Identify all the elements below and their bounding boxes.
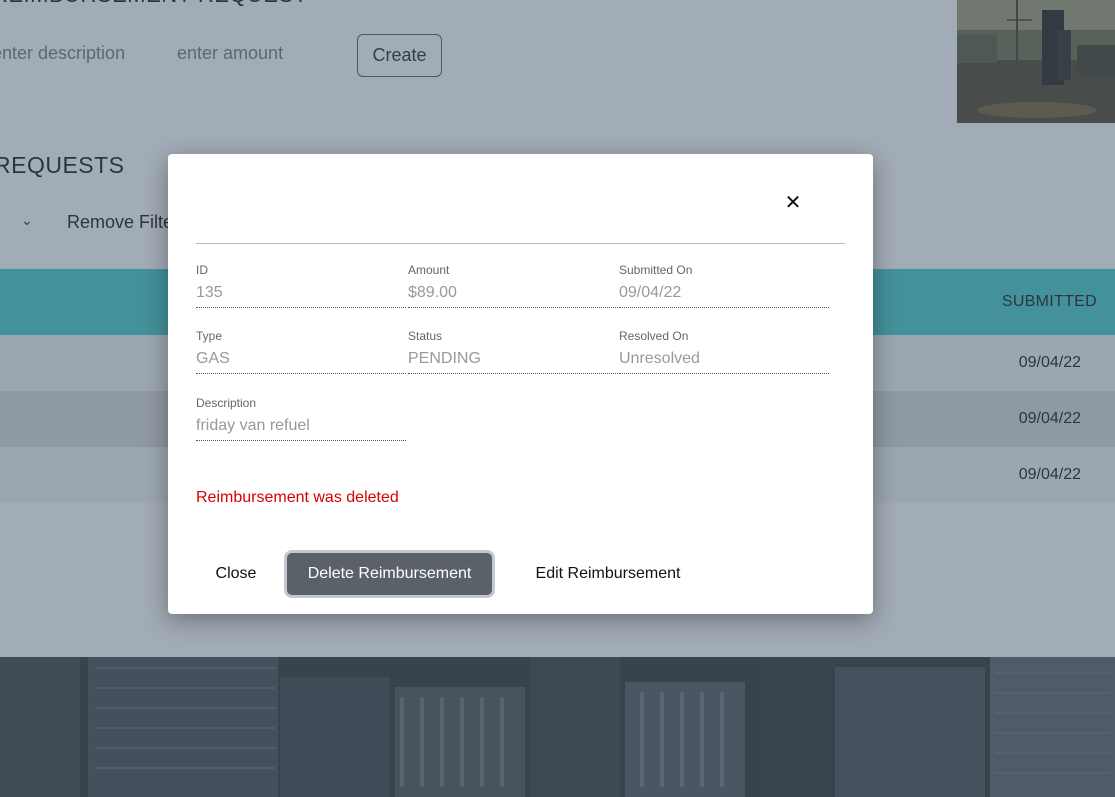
close-button[interactable]: Close xyxy=(204,553,268,595)
header-divider xyxy=(196,243,845,244)
field-description: Description friday van refuel xyxy=(196,396,406,441)
field-value: GAS xyxy=(196,350,406,374)
edit-reimbursement-button[interactable]: Edit Reimbursement xyxy=(523,553,693,595)
field-value: 135 xyxy=(196,284,406,308)
field-label: ID xyxy=(196,263,208,277)
reimbursement-modal: ✕ ID 135 Amount $89.00 Submitted On 09/0… xyxy=(168,154,873,614)
field-label: Submitted On xyxy=(619,263,693,277)
field-label: Type xyxy=(196,329,223,343)
status-message: Reimbursement was deleted xyxy=(196,489,399,506)
field-value: Unresolved xyxy=(619,350,829,374)
field-label: Resolved On xyxy=(619,329,689,343)
close-icon[interactable]: ✕ xyxy=(780,190,806,216)
field-value: $89.00 xyxy=(408,284,618,308)
field-type: Type GAS xyxy=(196,329,406,374)
field-value: friday van refuel xyxy=(196,417,406,441)
field-value: 09/04/22 xyxy=(619,284,829,308)
delete-reimbursement-button[interactable]: Delete Reimbursement xyxy=(287,553,492,595)
field-label: Amount xyxy=(408,263,450,277)
field-label: Description xyxy=(196,396,257,410)
field-submitted-on: Submitted On 09/04/22 xyxy=(619,263,829,308)
field-id: ID 135 xyxy=(196,263,406,308)
field-label: Status xyxy=(408,329,443,343)
field-amount: Amount $89.00 xyxy=(408,263,618,308)
field-value: PENDING xyxy=(408,350,618,374)
field-status: Status PENDING xyxy=(408,329,618,374)
field-resolved-on: Resolved On Unresolved xyxy=(619,329,829,374)
